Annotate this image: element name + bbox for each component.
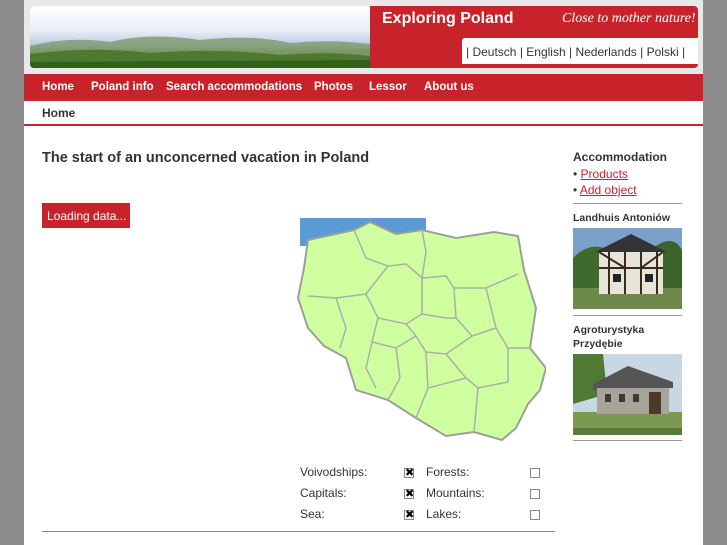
sidebar-link-products: • Products [573,167,628,181]
legend-mountains-label: Mountains: [426,486,485,500]
lang-english[interactable]: English [526,45,565,59]
lang-deutsch[interactable]: Deutsch [472,45,516,59]
sidebar-divider [573,203,682,204]
nav-about-us[interactable]: About us [424,81,474,93]
header: Exploring Poland Close to mother nature!… [24,0,703,74]
object-photo-2[interactable] [573,354,682,435]
mountains-checkbox[interactable] [530,489,540,499]
capitals-checkbox[interactable] [404,486,414,502]
object-title-1[interactable]: Landhuis Antoniów [573,211,682,225]
site-title[interactable]: Exploring Poland [382,10,514,28]
page-title: The start of an unconcerned vacation in … [42,150,370,166]
poland-map[interactable] [296,218,546,448]
object-photo-1[interactable] [573,228,682,309]
products-link[interactable]: Products [581,167,628,181]
forests-checkbox[interactable] [530,468,540,478]
nav-lessor[interactable]: Lessor [369,81,407,93]
legend-lakes-label: Lakes: [426,507,462,521]
separator: | [681,45,686,59]
country-shape[interactable] [296,220,546,442]
header-banner: Exploring Poland Close to mother nature!… [30,6,698,68]
add-object-link[interactable]: Add object [580,183,637,197]
language-bar: | Deutsch | English | Nederlands | Polsk… [462,38,698,64]
sidebar-divider [573,315,682,316]
legend-voivodships-label: Voivodships: [300,465,368,479]
tagline: Close to mother nature! [562,11,696,26]
content-divider [42,531,555,532]
legend-sea-label: Sea: [300,507,325,521]
lang-polski[interactable]: Polski [647,45,679,59]
legend-capitals-label: Capitals: [300,486,347,500]
sidebar-link-add-object: • Add object [573,183,637,197]
loading-indicator: Loading data... [42,203,130,228]
sidebar-title: Accommodation [573,150,668,164]
breadcrumb: Home [42,106,76,120]
object-title-2[interactable]: Agroturystyka Przydębie [573,323,682,351]
nav-search-accommodations[interactable]: Search accommodations [166,81,302,93]
breadcrumb-bar: Home [24,101,703,126]
nav-home[interactable]: Home [42,81,74,93]
nav-photos[interactable]: Photos [314,81,353,93]
nav-poland-info[interactable]: Poland info [91,81,154,93]
voivodships-checkbox[interactable] [404,465,414,481]
sea-checkbox[interactable] [404,507,414,523]
landscape-banner-image [30,6,370,68]
lakes-checkbox[interactable] [530,510,540,520]
main-nav: Home Poland info Search accommodations P… [24,74,703,101]
page: Exploring Poland Close to mother nature!… [24,0,703,545]
lang-nederlands[interactable]: Nederlands [575,45,636,59]
legend-forests-label: Forests: [426,465,470,479]
sidebar-divider [573,440,682,441]
